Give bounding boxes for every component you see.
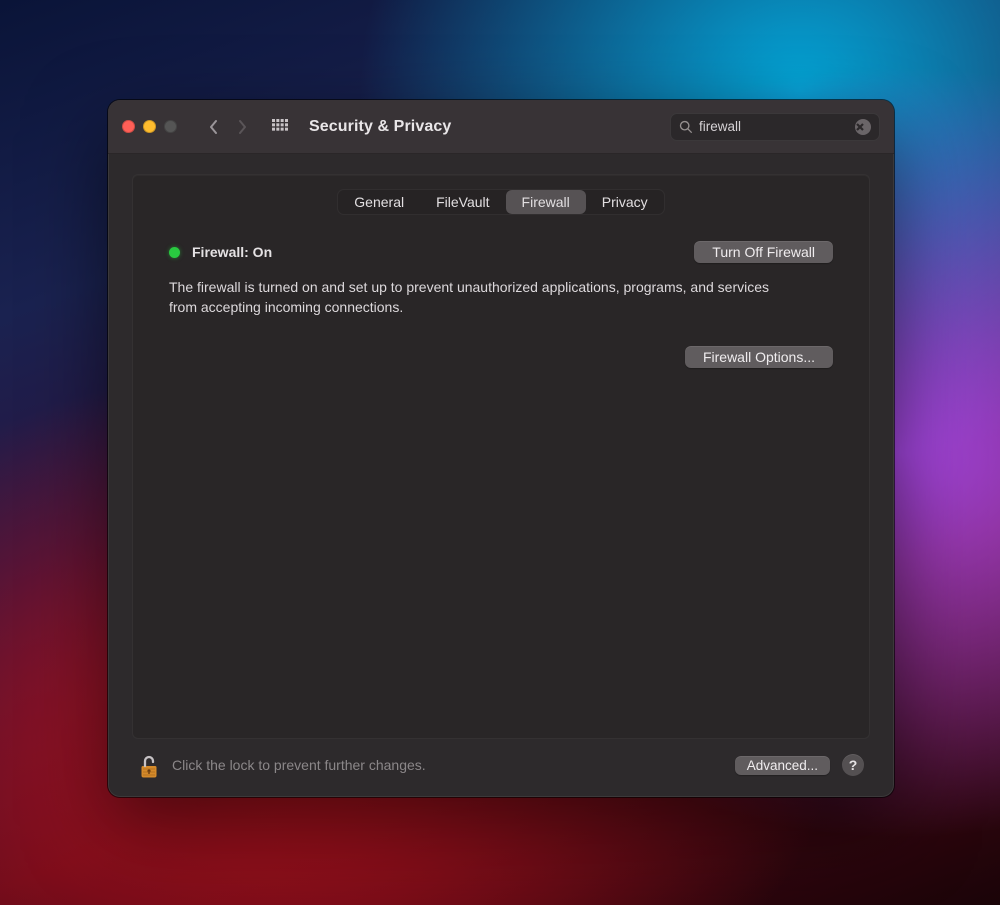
firewall-options-button[interactable]: Firewall Options...	[685, 346, 833, 368]
footer: Click the lock to prevent further change…	[132, 739, 870, 783]
firewall-description: The firewall is turned on and set up to …	[169, 277, 789, 318]
nav-forward-button	[229, 114, 255, 140]
nav-arrows	[201, 114, 255, 140]
window-body: General FileVault Firewall Privacy Firew…	[108, 154, 894, 797]
help-button[interactable]: ?	[842, 754, 864, 776]
tab-firewall[interactable]: Firewall	[506, 190, 586, 214]
close-window-button[interactable]	[122, 120, 135, 133]
search-field[interactable]: firewall	[670, 113, 880, 141]
tab-privacy[interactable]: Privacy	[586, 190, 664, 214]
show-all-button[interactable]	[267, 114, 293, 140]
lock-hint: Click the lock to prevent further change…	[172, 757, 723, 773]
window-title: Security & Privacy	[309, 118, 451, 136]
firewall-status-row: Firewall: On Turn Off Firewall	[169, 241, 833, 263]
advanced-button[interactable]: Advanced...	[735, 756, 830, 775]
preferences-window: Security & Privacy firewall General File…	[108, 100, 894, 797]
minimize-window-button[interactable]	[143, 120, 156, 133]
firewall-status-label: Firewall: On	[192, 244, 272, 260]
zoom-window-button	[164, 120, 177, 133]
lock-icon[interactable]	[138, 751, 160, 779]
search-icon	[679, 120, 693, 134]
nav-back-button[interactable]	[201, 114, 227, 140]
tab-general[interactable]: General	[338, 190, 420, 214]
search-clear-button[interactable]	[855, 119, 871, 135]
status-dot-icon	[169, 247, 180, 258]
firewall-content: Firewall: On Turn Off Firewall The firew…	[133, 215, 869, 368]
tab-filevault[interactable]: FileVault	[420, 190, 505, 214]
search-input-value[interactable]: firewall	[699, 119, 855, 134]
content-panel: General FileVault Firewall Privacy Firew…	[132, 174, 870, 739]
tab-bar: General FileVault Firewall Privacy	[337, 189, 664, 215]
firewall-status: Firewall: On	[169, 244, 272, 260]
turn-off-firewall-button[interactable]: Turn Off Firewall	[694, 241, 833, 263]
titlebar: Security & Privacy firewall	[108, 100, 894, 154]
window-controls	[122, 120, 177, 133]
